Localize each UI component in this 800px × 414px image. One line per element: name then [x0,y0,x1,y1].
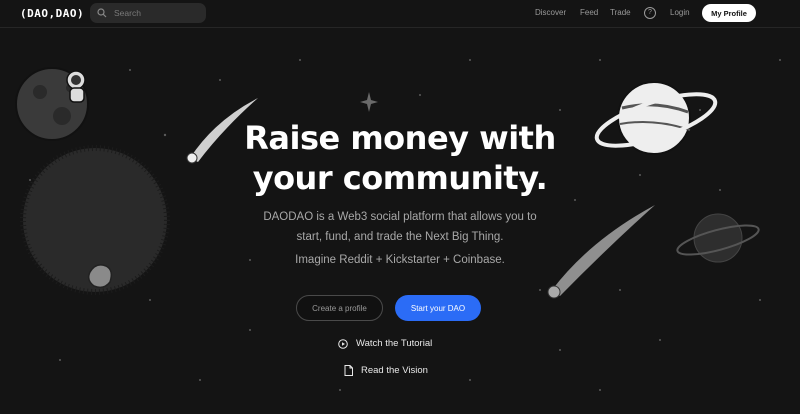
read-vision-label: Read the Vision [361,365,428,376]
top-nav-bar: (DAO,DAO) Discover Feed Trade ? Login My… [0,0,800,28]
search-icon [97,8,107,18]
hero-title-line-2: your community. [252,159,548,197]
logo[interactable]: (DAO,DAO) [20,7,84,20]
sparkle-icon [360,92,378,112]
hero-description-line-2: start, fund, and trade the Next Big Thin… [296,231,504,243]
search-box[interactable] [90,3,206,23]
create-profile-button[interactable]: Create a profile [296,295,383,321]
nav-discover[interactable]: Discover [535,8,566,17]
astronaut-illustration [66,70,86,103]
asteroid-illustration [87,264,113,289]
start-dao-button[interactable]: Start your DAO [395,295,481,321]
hero-title: Raise money with your community. [200,118,600,198]
nav-trade[interactable]: Trade [610,8,631,17]
help-icon[interactable]: ? [644,7,656,19]
read-vision-link[interactable]: Read the Vision [344,365,428,376]
hero-description-line-1: DAODAO is a Web3 social platform that al… [263,211,537,223]
play-circle-icon [338,338,348,349]
document-icon [344,365,353,376]
my-profile-button[interactable]: My Profile [702,4,756,22]
login-link[interactable]: Login [670,8,690,17]
nav-feed[interactable]: Feed [580,8,598,17]
hero-tagline: Imagine Reddit + Kickstarter + Coinbase. [295,254,505,266]
search-input[interactable] [112,7,202,19]
hero-description: DAODAO is a Web3 social platform that al… [200,207,600,247]
ringed-planet-illustration [594,81,718,155]
watch-tutorial-link[interactable]: Watch the Tutorial [338,338,432,349]
small-ringed-planet [676,213,760,263]
hero-title-line-1: Raise money with [244,119,556,157]
watch-tutorial-label: Watch the Tutorial [356,338,433,349]
